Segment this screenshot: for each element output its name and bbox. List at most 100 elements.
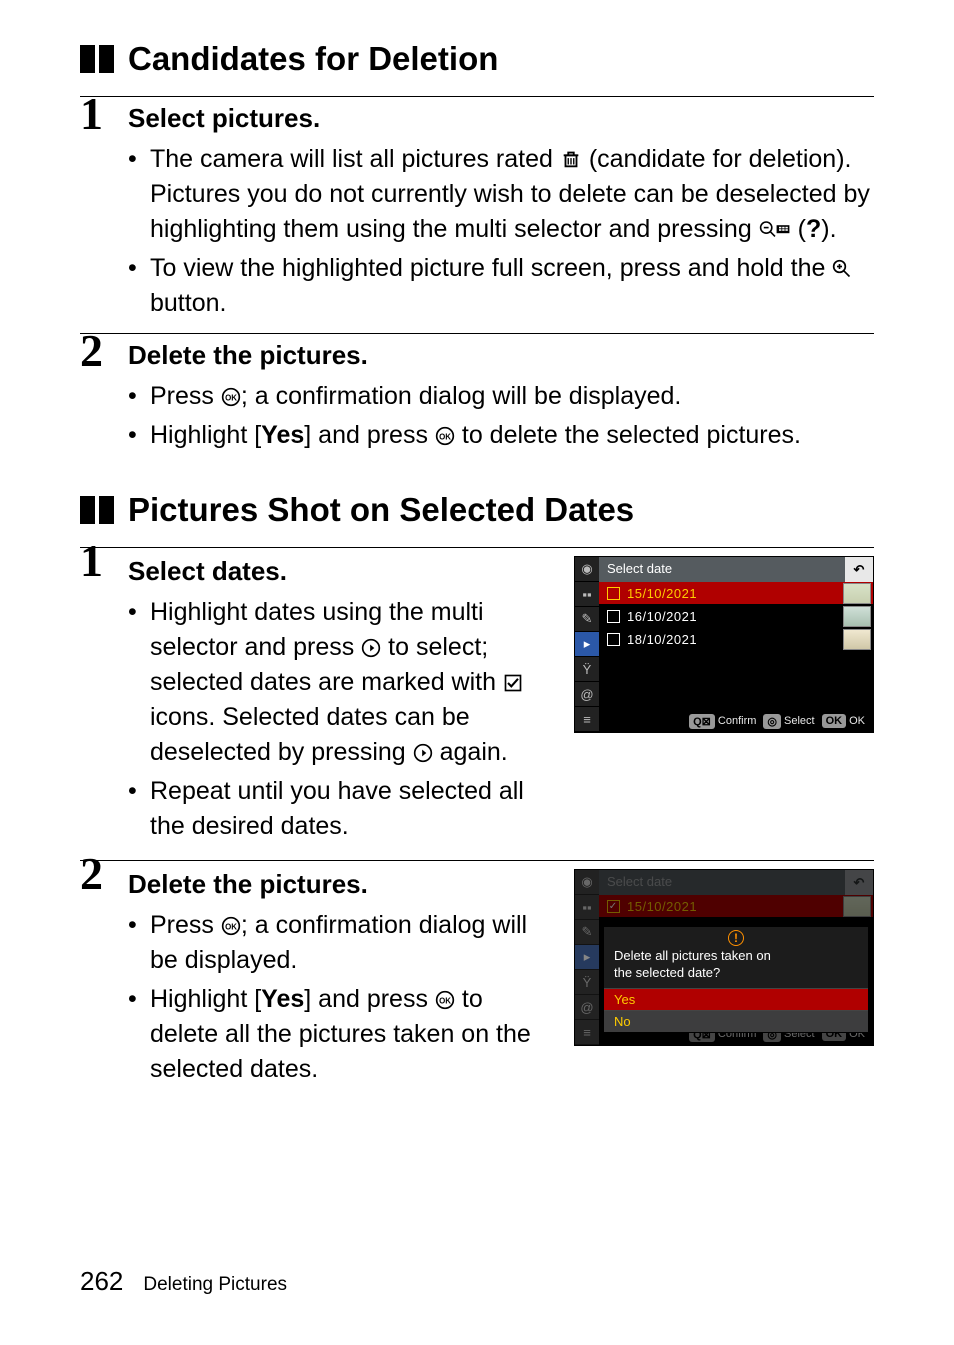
date-list: 15/10/2021 16/10/2021 18/10/2021 xyxy=(599,582,873,651)
step-number: 2 xyxy=(80,328,103,374)
bullet-item: To view the highlighted picture full scr… xyxy=(128,251,874,321)
thumbnail xyxy=(843,629,871,650)
camera-left-tabs: ◉ ▪▪ ✎ ▸ Ÿ @ ≡ xyxy=(575,557,599,732)
tab-video-icon: ▪▪ xyxy=(575,895,599,920)
bullet-item: Highlight [Yes] and press OK to delete a… xyxy=(128,982,556,1087)
divider xyxy=(80,860,874,861)
right-icon xyxy=(361,633,381,661)
step-title: Select pictures. xyxy=(128,103,874,134)
tab-mymenu-icon: ≡ xyxy=(575,707,599,732)
date-text: 15/10/2021 xyxy=(627,899,843,914)
footer-tag: OK xyxy=(822,714,847,728)
date-row: 18/10/2021 xyxy=(599,628,873,651)
trash-candidate-icon xyxy=(560,145,582,173)
svg-text:OK: OK xyxy=(225,393,237,402)
tab-network-icon: @ xyxy=(575,682,599,707)
ok-icon: OK xyxy=(435,421,455,449)
qplus-icon xyxy=(832,254,852,282)
tab-playback-icon: ▸ xyxy=(575,632,599,657)
camera-screen-select-date: ◉ ▪▪ ✎ ▸ Ÿ @ ≡ Select date ↶ 15/10/20211 xyxy=(574,556,874,733)
step-title: Delete the pictures. xyxy=(128,340,874,371)
svg-text:OK: OK xyxy=(225,922,237,931)
heading-prefix-icon xyxy=(80,496,114,524)
tab-network-icon: @ xyxy=(575,995,599,1020)
bullet-list: Press OK; a confirmation dialog will be … xyxy=(128,908,556,1087)
sectionB-step2: 2 Delete the pictures. Press OK; a confi… xyxy=(80,863,874,1091)
step-title: Delete the pictures. xyxy=(128,869,556,900)
ok-icon: OK xyxy=(435,985,455,1013)
back-icon: ↶ xyxy=(845,557,873,582)
confirm-dialog: ! Delete all pictures taken on the selec… xyxy=(603,926,869,1033)
sectionA-step2: 2 Delete the pictures. Press OK; a confi… xyxy=(80,340,874,453)
tab-camera-icon: ◉ xyxy=(575,557,599,582)
thumbnail xyxy=(843,606,871,627)
tab-setup-icon: Ÿ xyxy=(575,970,599,995)
sectionB-step1: 1 Select dates. Highlight dates using th… xyxy=(80,550,874,848)
step-number: 2 xyxy=(80,851,103,897)
tab-pencil-icon: ✎ xyxy=(575,607,599,632)
checkbox-icon xyxy=(599,587,627,600)
date-row: ✓15/10/2021 xyxy=(599,895,873,918)
ok-icon: OK xyxy=(221,911,241,939)
right-icon xyxy=(413,738,433,766)
camera-left-tabs: ◉ ▪▪ ✎ ▸ Ÿ @ ≡ xyxy=(575,870,599,1045)
divider xyxy=(80,333,874,334)
page-footer: 262 Deleting Pictures xyxy=(80,1266,287,1297)
dialog-option-yes: Yes xyxy=(604,988,868,1010)
screen-title: Select date xyxy=(599,870,845,895)
bullet-list: The camera will list all pictures rated … xyxy=(128,142,874,321)
thumbnail xyxy=(843,583,871,604)
section-heading-candidates: Candidates for Deletion xyxy=(80,40,874,78)
back-icon: ↶ xyxy=(845,870,873,895)
alert-icon: ! xyxy=(604,927,868,946)
bullet-item: Press OK; a confirmation dialog will be … xyxy=(128,379,874,414)
footer-label: Select xyxy=(784,715,815,727)
step-number: 1 xyxy=(80,91,103,137)
date-row: 15/10/2021 xyxy=(599,582,873,605)
section-heading-dates: Pictures Shot on Selected Dates xyxy=(80,491,874,529)
svg-text:OK: OK xyxy=(439,996,451,1005)
tab-playback-icon: ▸ xyxy=(575,945,599,970)
heading-prefix-icon xyxy=(80,45,114,73)
divider xyxy=(80,96,874,97)
step-number: 1 xyxy=(80,538,103,584)
tab-pencil-icon: ✎ xyxy=(575,920,599,945)
footer-tag: Q⊠ xyxy=(689,714,715,729)
footer-tag: ◎ xyxy=(763,714,781,729)
sectionA-step1: 1 Select pictures. The camera will list … xyxy=(80,103,874,321)
thumbnail xyxy=(843,896,871,917)
checkbox-icon: ✓ xyxy=(599,900,627,913)
bullet-item: Highlight dates using the multi selector… xyxy=(128,595,556,770)
step-title: Select dates. xyxy=(128,556,556,587)
bullet-item: Press OK; a confirmation dialog will be … xyxy=(128,908,556,978)
date-text: 15/10/2021 xyxy=(627,586,843,601)
date-text: 18/10/2021 xyxy=(627,632,843,647)
checkbox-icon xyxy=(503,668,523,696)
dialog-message: Delete all pictures taken on the selecte… xyxy=(604,946,868,988)
date-list: ✓15/10/2021 xyxy=(599,895,873,918)
dialog-option-no: No xyxy=(604,1010,868,1032)
date-row: 16/10/2021 xyxy=(599,605,873,628)
footer-label: OK xyxy=(849,715,865,727)
screen-title: Select date xyxy=(599,557,845,582)
tab-setup-icon: Ÿ xyxy=(575,657,599,682)
divider xyxy=(80,547,874,548)
bullet-list: Highlight dates using the multi selector… xyxy=(128,595,556,844)
svg-text:OK: OK xyxy=(439,432,451,441)
page-number: 262 xyxy=(80,1266,123,1297)
bullet-list: Press OK; a confirmation dialog will be … xyxy=(128,379,874,453)
tab-video-icon: ▪▪ xyxy=(575,582,599,607)
bullet-item: The camera will list all pictures rated … xyxy=(128,142,874,247)
camera-screen-confirm-dialog: ◉ ▪▪ ✎ ▸ Ÿ @ ≡ Select date ↶ ✓15/10/2021 xyxy=(574,869,874,1046)
qminus-icon xyxy=(759,215,791,243)
ok-icon: OK xyxy=(221,382,241,410)
footer-label: Confirm xyxy=(718,715,757,727)
footer-title: Deleting Pictures xyxy=(143,1274,287,1296)
checkbox-icon xyxy=(599,610,627,623)
section-title-a: Candidates for Deletion xyxy=(128,40,498,78)
tab-camera-icon: ◉ xyxy=(575,870,599,895)
tab-mymenu-icon: ≡ xyxy=(575,1020,599,1045)
bullet-item: Repeat until you have selected all the d… xyxy=(128,774,556,844)
bullet-item: Highlight [Yes] and press OK to delete t… xyxy=(128,418,874,453)
date-text: 16/10/2021 xyxy=(627,609,843,624)
